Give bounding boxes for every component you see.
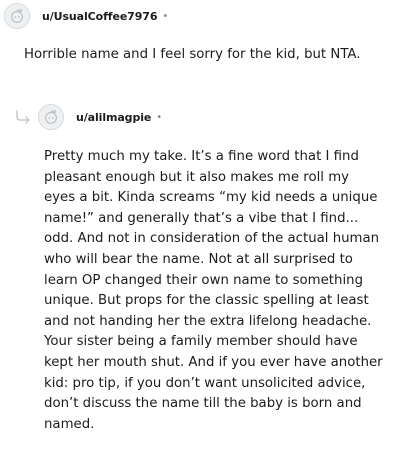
- snoo-avatar-icon: [11, 9, 23, 23]
- user-avatar[interactable]: [4, 3, 30, 29]
- snoo-avatar-icon: [45, 110, 57, 124]
- user-avatar[interactable]: [38, 104, 64, 130]
- separator-dot: •: [156, 111, 163, 123]
- comment-header: u/UsualCoffee7976 •: [4, 3, 168, 29]
- separator-dot: •: [162, 10, 169, 22]
- username-link[interactable]: u/alilmagpie: [76, 111, 151, 124]
- comment-body: Horrible name and I feel sorry for the k…: [24, 47, 361, 62]
- username-link[interactable]: u/UsualCoffee7976: [42, 10, 157, 23]
- comment-body: Pretty much my take. It’s a fine word th…: [44, 149, 383, 432]
- comment-header: u/alilmagpie •: [14, 104, 162, 130]
- reply-arrow-icon: [16, 110, 30, 124]
